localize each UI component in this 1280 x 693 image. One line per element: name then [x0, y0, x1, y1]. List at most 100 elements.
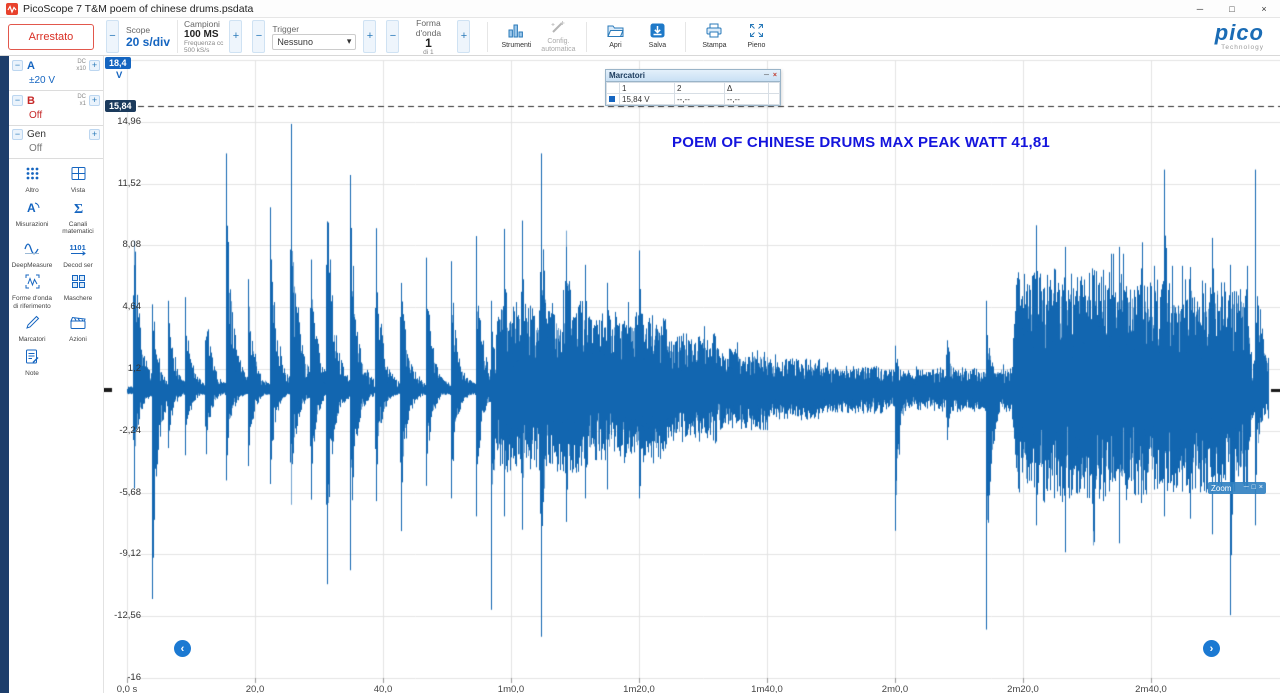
sidebar-item-note[interactable]: Note [9, 349, 55, 378]
marker-value-2: --,-- [674, 93, 725, 105]
marker-value-tag[interactable]: 15,84 [105, 100, 136, 112]
marker-value-1: 15,84 V [619, 93, 675, 105]
timebase-decrease-button[interactable]: − [106, 20, 119, 53]
timebase-increase-button[interactable]: + [229, 20, 243, 53]
sidebar-tools-grid: Altro Vista A Misurazioni Σ Canali matem… [9, 159, 103, 377]
scope-label: Scope [126, 24, 151, 35]
note-icon [25, 349, 39, 369]
generator-increase-button[interactable]: + [89, 129, 100, 140]
stop-button[interactable]: Arrestato [8, 23, 94, 50]
samples-label: Campioni [184, 19, 220, 29]
timebase-value[interactable]: 20 s/div [126, 35, 170, 49]
auto-setup-label: Config. automatica [541, 38, 576, 53]
generator-decrease-button[interactable]: − [12, 129, 23, 140]
waveform-next-button[interactable]: + [457, 20, 471, 53]
channel-a-increase-button[interactable]: + [89, 60, 100, 71]
samples-group[interactable]: Campioni 100 MS Frequenza cc 500 kS/s [177, 19, 229, 54]
sidebar-item-deepmeasure[interactable]: DeepMeasure [9, 241, 55, 270]
zoom-minimize-button[interactable]: ─ [1244, 484, 1249, 492]
x-axis-label: 2m40,0 [1135, 684, 1167, 693]
sidebar-item-decod-ser[interactable]: 1101 Decod ser [55, 241, 101, 270]
pencil-icon [25, 315, 40, 335]
markers-window-title: Marcatori [609, 71, 646, 80]
markers-window[interactable]: Marcatori ─ × 1 2 Δ 15,84 V --,-- --,-- [605, 69, 781, 106]
save-button[interactable]: Salva [636, 20, 678, 54]
fullscreen-button[interactable]: Pieno [735, 20, 777, 54]
generator-name[interactable]: Gen [27, 129, 46, 140]
markers-col-2: 2 [674, 82, 725, 94]
close-button[interactable]: × [1248, 0, 1280, 17]
generator-state[interactable]: Off [29, 143, 100, 154]
markers-window-titlebar[interactable]: Marcatori ─ × [606, 70, 780, 82]
print-button-label: Stampa [702, 42, 727, 50]
sidebar-item-canali-matematici[interactable]: Σ Canali matematici [55, 200, 101, 236]
sidebar-item-vista[interactable]: Vista [55, 166, 101, 195]
waveform-canvas[interactable] [104, 56, 1280, 693]
channel-b-increase-button[interactable]: + [89, 95, 100, 106]
trigger-increase-button[interactable]: + [363, 20, 377, 53]
waveform-label: Forma d'onda [415, 17, 442, 38]
tools-button[interactable]: Strumenti [495, 20, 537, 54]
scope-display: 14,96 11,52 8,08 4,64 1,2 -2,24 -5,68 -9,12 -12,… [104, 56, 1280, 693]
minimize-button[interactable]: ─ [1184, 0, 1216, 17]
scroll-right-button[interactable]: › [1203, 640, 1220, 657]
sidebar-item-forme-riferimento[interactable]: Forme d'onda di riferimento [9, 274, 55, 310]
pico-logo: pico Technology [1214, 19, 1264, 52]
marker-delta-value: --,-- [724, 93, 769, 105]
y-axis-label: -12,56 [114, 610, 141, 622]
zoom-close-button[interactable]: × [1259, 484, 1263, 492]
waveform-prev-button[interactable]: − [386, 20, 400, 53]
x-axis-label: 2m20,0 [1007, 684, 1039, 693]
y-axis-label: -9,12 [119, 548, 141, 560]
markers-col-delta: Δ [724, 82, 769, 94]
svg-text:Σ: Σ [74, 202, 83, 215]
print-button[interactable]: Stampa [693, 20, 735, 54]
sidebar-item-azioni[interactable]: Azioni [55, 315, 101, 344]
y-axis-unit: V [116, 70, 123, 81]
marker-color-swatch [609, 95, 615, 102]
save-button-label: Salva [648, 42, 667, 50]
auto-setup-button[interactable]: Config. automatica [537, 20, 579, 54]
app-icon [6, 2, 18, 15]
open-button[interactable]: Apri [594, 20, 636, 54]
sidebar-item-misurazioni[interactable]: A Misurazioni [9, 200, 55, 236]
pico-brand-text: pico [1214, 19, 1264, 45]
view-grid-icon [71, 166, 86, 186]
y-axis-label: -2,24 [119, 424, 141, 436]
sidebar-item-marcatori[interactable]: Marcatori [9, 315, 55, 344]
scope-group: − Scope 20 s/div Campioni 100 MS Frequen… [106, 19, 243, 54]
y-axis-top-tag[interactable]: 18,4 [105, 57, 131, 69]
y-axis-label: 14,96 [117, 115, 141, 127]
sidebar-item-altro[interactable]: Altro [9, 166, 55, 195]
channel-b-name[interactable]: B [27, 95, 35, 107]
printer-icon [706, 23, 722, 41]
maximize-button[interactable]: □ [1216, 0, 1248, 17]
x-axis-label: 1m20,0 [623, 684, 655, 693]
channel-a-decrease-button[interactable]: − [12, 60, 23, 71]
channel-b-decrease-button[interactable]: − [12, 95, 23, 106]
markers-minimize-button[interactable]: ─ [764, 72, 769, 80]
markers-close-button[interactable]: × [773, 72, 777, 80]
markers-table: 1 2 Δ 15,84 V --,-- --,-- [606, 82, 780, 105]
x-axis-label: 2m0,0 [881, 684, 909, 693]
channel-b-range[interactable]: Off [29, 110, 100, 121]
channel-b-coupling: DC x1 [77, 94, 86, 107]
serial-decode-icon: 1101 [69, 241, 87, 261]
toolbar-divider [586, 21, 588, 52]
chevron-right-icon: › [1209, 642, 1214, 655]
trigger-decrease-button[interactable]: − [252, 20, 266, 53]
zoom-window-button[interactable]: □ [1252, 484, 1256, 492]
expand-icon [749, 23, 764, 41]
channel-a-name[interactable]: A [27, 60, 35, 72]
sidebar-item-maschere[interactable]: Maschere [55, 274, 101, 310]
channel-a-range[interactable]: ±20 V [29, 75, 100, 86]
trigger-mode-select[interactable]: Nessuno ▾ [272, 33, 357, 50]
y-axis-label: 11,52 [117, 177, 141, 189]
reference-waveform-icon [25, 274, 40, 294]
zoom-overlay[interactable]: Zoom ─ □ × [1208, 482, 1266, 494]
scroll-left-button[interactable]: ‹ [174, 640, 191, 657]
waveform-index: 1 [425, 35, 432, 50]
y-axis-label: 1,2 [127, 363, 141, 375]
sample-rate-label: Frequenza cc [184, 40, 224, 47]
mask-grid-icon [71, 274, 86, 294]
